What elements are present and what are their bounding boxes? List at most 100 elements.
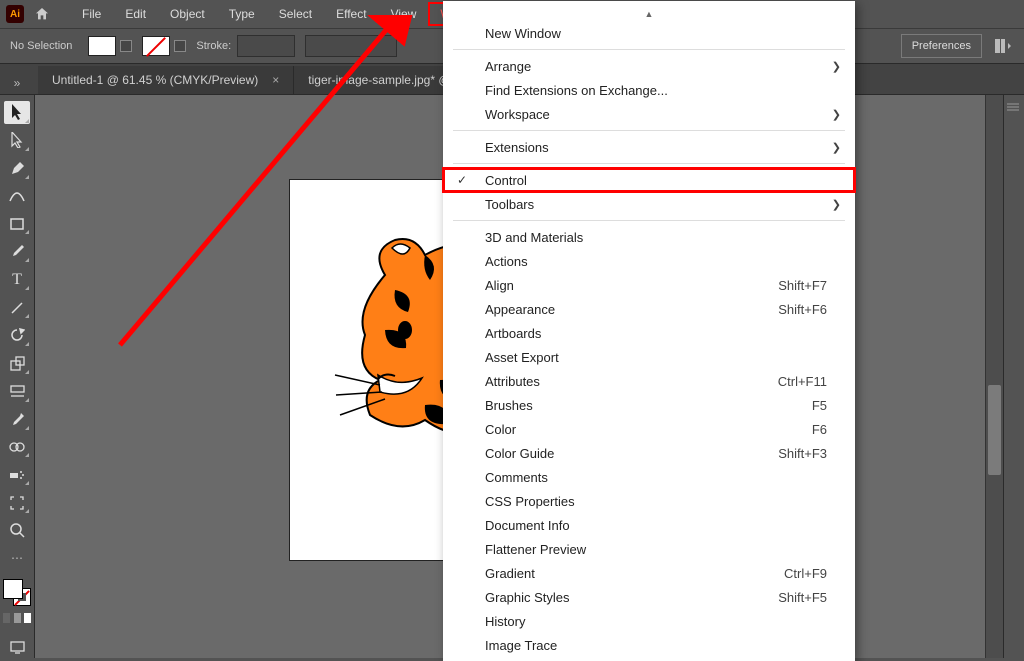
menu-item-brushes[interactable]: Brushes F5 — [443, 393, 855, 417]
menu-select[interactable]: Select — [267, 2, 324, 26]
menu-item-shortcut: F6 — [812, 422, 827, 437]
menu-item-shortcut: Ctrl+F11 — [778, 374, 827, 389]
type-tool[interactable]: T — [4, 268, 30, 291]
check-icon: ✓ — [457, 173, 467, 187]
eyedropper-tool[interactable] — [4, 408, 30, 431]
menu-item-appearance[interactable]: Appearance Shift+F6 — [443, 297, 855, 321]
stroke-swatch[interactable] — [142, 36, 170, 56]
opacity-input[interactable] — [305, 35, 397, 57]
menu-item-label: Color Guide — [485, 446, 554, 461]
menu-item-image-trace[interactable]: Image Trace — [443, 633, 855, 657]
menu-item-new-window[interactable]: New Window — [443, 21, 855, 45]
menu-item-toolbars[interactable]: Toolbars ❯ — [443, 192, 855, 216]
edit-toolbar-icon[interactable]: ⋯ — [4, 547, 30, 570]
menu-item-label: Control — [485, 173, 527, 188]
menu-file[interactable]: File — [70, 2, 113, 26]
stroke-weight-input[interactable] — [237, 35, 295, 57]
menu-item-flattener-preview[interactable]: Flattener Preview — [443, 537, 855, 561]
document-tab[interactable]: Untitled-1 @ 61.45 % (CMYK/Preview) × — [38, 66, 294, 94]
menu-item-shortcut: Shift+F7 — [778, 278, 827, 293]
menu-item-label: CSS Properties — [485, 494, 575, 509]
menu-item-label: Toolbars — [485, 197, 534, 212]
rectangle-tool[interactable] — [4, 213, 30, 236]
menu-item-document-info[interactable]: Document Info — [443, 513, 855, 537]
menu-item-find-extensions-on-exchange[interactable]: Find Extensions on Exchange... — [443, 78, 855, 102]
document-tab-label: tiger-image-sample.jpg* @ — [308, 73, 450, 87]
menu-item-label: Workspace — [485, 107, 550, 122]
menu-item-3d-and-materials[interactable]: 3D and Materials — [443, 225, 855, 249]
menu-object[interactable]: Object — [158, 2, 217, 26]
draw-mode-icons[interactable] — [3, 613, 31, 626]
app-icon: Ai — [6, 5, 24, 23]
menu-item-shortcut: Shift+F3 — [778, 446, 827, 461]
menu-item-label: Image Trace — [485, 638, 557, 653]
menu-item-label: Attributes — [485, 374, 540, 389]
menu-item-label: Comments — [485, 470, 548, 485]
fill-stroke-control[interactable] — [3, 579, 31, 606]
menu-item-align[interactable]: Align Shift+F7 — [443, 273, 855, 297]
curvature-tool[interactable] — [4, 185, 30, 208]
stroke-label: Stroke: — [196, 40, 231, 52]
menu-item-color-guide[interactable]: Color Guide Shift+F3 — [443, 441, 855, 465]
menu-item-arrange[interactable]: Arrange❯ — [443, 54, 855, 78]
width-tool[interactable] — [4, 380, 30, 403]
menu-item-label: Gradient — [485, 566, 535, 581]
menu-item-color[interactable]: ColorF6 — [443, 417, 855, 441]
selection-tool[interactable] — [4, 101, 30, 124]
paintbrush-tool[interactable] — [4, 240, 30, 263]
document-tab[interactable]: tiger-image-sample.jpg* @ — [294, 66, 465, 94]
menu-item-css-properties[interactable]: CSS Properties — [443, 489, 855, 513]
scrollbar-thumb[interactable] — [988, 385, 1001, 475]
menu-scroll-up-icon[interactable]: ▲ — [443, 7, 855, 21]
tab-overflow-icon[interactable]: » — [6, 72, 28, 94]
close-icon[interactable]: × — [272, 73, 279, 87]
menu-separator — [453, 163, 845, 164]
menu-item-graphic-styles[interactable]: Graphic Styles Shift+F5 — [443, 585, 855, 609]
panel-toggle-icon[interactable] — [992, 36, 1014, 56]
menu-item-actions[interactable]: Actions — [443, 249, 855, 273]
menu-item-gradient[interactable]: GradientCtrl+F9 — [443, 561, 855, 585]
stroke-dropdown[interactable] — [174, 40, 186, 52]
scale-tool[interactable] — [4, 352, 30, 375]
artboard-tool[interactable] — [4, 491, 30, 514]
direct-selection-tool[interactable] — [4, 129, 30, 152]
zoom-tool[interactable] — [4, 519, 30, 542]
menu-item-shortcut: Shift+F5 — [778, 590, 827, 605]
menu-item-control[interactable]: ✓ Control — [443, 168, 855, 192]
submenu-arrow-icon: ❯ — [832, 108, 841, 121]
menu-item-extensions[interactable]: Extensions❯ — [443, 135, 855, 159]
menu-item-attributes[interactable]: Attributes Ctrl+F11 — [443, 369, 855, 393]
menu-item-label: Arrange — [485, 59, 531, 74]
menu-item-label: Brushes — [485, 398, 533, 413]
menu-item-shortcut: F5 — [812, 398, 827, 413]
menu-view[interactable]: View — [379, 2, 429, 26]
line-segment-tool[interactable] — [4, 296, 30, 319]
menu-item-workspace[interactable]: Workspace ❯ — [443, 102, 855, 126]
menu-effect[interactable]: Effect — [324, 2, 378, 26]
shape-builder-tool[interactable] — [4, 436, 30, 459]
vertical-scrollbar[interactable] — [985, 95, 1003, 658]
menu-item-label: Align — [485, 278, 514, 293]
menu-separator — [453, 130, 845, 131]
preferences-button[interactable]: Preferences — [901, 34, 982, 58]
menu-item-label: Appearance — [485, 302, 555, 317]
menu-item-label: Graphic Styles — [485, 590, 570, 605]
menu-type[interactable]: Type — [217, 2, 267, 26]
menu-item-label: Find Extensions on Exchange... — [485, 83, 668, 98]
document-tab-label: Untitled-1 @ 61.45 % (CMYK/Preview) — [52, 73, 258, 87]
fill-dropdown[interactable] — [120, 40, 132, 52]
fill-swatch[interactable] — [88, 36, 116, 56]
rotate-tool[interactable] — [4, 324, 30, 347]
menu-item-asset-export[interactable]: Asset Export — [443, 345, 855, 369]
pen-tool[interactable] — [4, 157, 30, 180]
menu-item-history[interactable]: History — [443, 609, 855, 633]
submenu-arrow-icon: ❯ — [832, 141, 841, 154]
menu-item-artboards[interactable]: Artboards — [443, 321, 855, 345]
submenu-arrow-icon: ❯ — [832, 198, 841, 211]
right-panel-dock[interactable] — [1003, 95, 1024, 658]
symbol-sprayer-tool[interactable] — [4, 463, 30, 486]
menu-edit[interactable]: Edit — [113, 2, 158, 26]
menu-item-shortcut: Shift+F6 — [778, 302, 827, 317]
home-icon[interactable] — [32, 4, 52, 24]
menu-item-comments[interactable]: Comments — [443, 465, 855, 489]
